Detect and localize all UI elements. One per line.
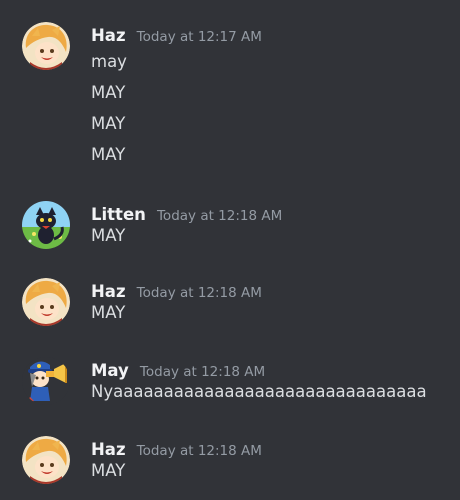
- username[interactable]: Haz: [91, 282, 126, 301]
- message-header: Haz Today at 12:18 AM: [91, 440, 262, 462]
- message-text: MAY: [91, 226, 126, 245]
- user-avatar[interactable]: [22, 201, 70, 249]
- message-text: MAY: [91, 83, 126, 102]
- timestamp[interactable]: Today at 12:18 AM: [157, 208, 282, 224]
- message-text: MAY: [91, 114, 126, 133]
- message-list: Haz Today at 12:17 AM may MAY MAY MAY Li…: [0, 0, 460, 500]
- timestamp[interactable]: Today at 12:18 AM: [140, 364, 265, 380]
- username[interactable]: Haz: [91, 26, 126, 45]
- timestamp[interactable]: Today at 12:17 AM: [137, 29, 262, 45]
- timestamp[interactable]: Today at 12:18 AM: [137, 285, 262, 301]
- timestamp[interactable]: Today at 12:18 AM: [137, 443, 262, 459]
- message-text: may: [91, 52, 127, 71]
- username[interactable]: Litten: [91, 205, 146, 224]
- message-text: MAY: [91, 461, 126, 480]
- user-avatar[interactable]: [22, 357, 70, 405]
- message-header: Haz Today at 12:18 AM: [91, 282, 262, 304]
- user-avatar[interactable]: [22, 278, 70, 326]
- username[interactable]: Haz: [91, 440, 126, 459]
- message-text: MAY: [91, 145, 126, 164]
- message-header: Litten Today at 12:18 AM: [91, 205, 282, 227]
- username[interactable]: May: [91, 361, 129, 380]
- user-avatar[interactable]: [22, 22, 70, 70]
- message-header: May Today at 12:18 AM: [91, 361, 265, 383]
- message-header: Haz Today at 12:17 AM: [91, 26, 262, 48]
- message-text: MAY: [91, 303, 126, 322]
- user-avatar[interactable]: [22, 436, 70, 484]
- message-text: Nyaaaaaaaaaaaaaaaaaaaaaaaaaaaaaaa: [91, 382, 427, 401]
